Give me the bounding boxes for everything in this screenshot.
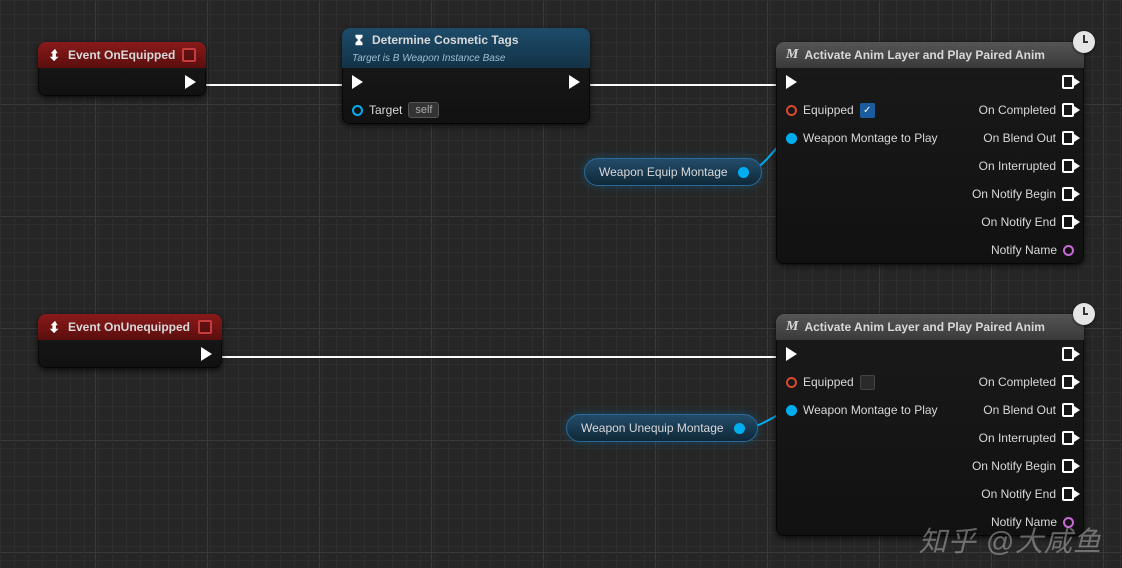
latent-icon — [1073, 303, 1095, 325]
on-blend-out-pin[interactable] — [1062, 403, 1074, 417]
out-label: On Blend Out — [983, 403, 1056, 417]
node-header: M Activate Anim Layer and Play Paired An… — [776, 42, 1084, 68]
out-label: On Notify Begin — [972, 187, 1056, 201]
equipped-pin[interactable] — [786, 377, 797, 388]
node-subtitle: Target is B Weapon Instance Base — [352, 53, 505, 64]
node-title: Event OnEquipped — [68, 48, 175, 62]
self-default: self — [408, 102, 439, 118]
exec-out-pin[interactable] — [185, 75, 196, 89]
macro-icon: M — [786, 319, 798, 335]
blueprint-graph[interactable]: Event OnEquipped Determine Cosmetic Tags… — [0, 0, 1122, 568]
on-interrupted-pin[interactable] — [1062, 159, 1074, 173]
watermark-text: 知乎 @大咸鱼 — [919, 520, 1102, 560]
out-label: Notify Name — [991, 243, 1057, 257]
event-on-unequipped-node[interactable]: Event OnUnequipped — [38, 314, 222, 368]
node-title: Determine Cosmetic Tags — [372, 33, 519, 47]
node-title: Activate Anim Layer and Play Paired Anim — [804, 320, 1045, 334]
var-label: Weapon Unequip Montage — [581, 421, 724, 435]
pin-label: Equipped — [803, 375, 854, 389]
out-label: On Notify End — [981, 487, 1056, 501]
out-label: On Notify Begin — [972, 459, 1056, 473]
exec-out-pin[interactable] — [1062, 75, 1074, 89]
macro-icon: M — [786, 47, 798, 63]
determine-cosmetic-tags-node[interactable]: Determine Cosmetic Tags Target is B Weap… — [342, 28, 590, 124]
equipped-checkbox-unchecked[interactable] — [860, 375, 875, 390]
on-interrupted-pin[interactable] — [1062, 431, 1074, 445]
var-out-pin[interactable] — [734, 423, 745, 434]
exec-out-pin[interactable] — [201, 347, 212, 361]
pin-label: Equipped — [803, 103, 854, 117]
out-label: On Blend Out — [983, 131, 1056, 145]
out-label: On Interrupted — [979, 431, 1056, 445]
out-label: On Notify End — [981, 215, 1056, 229]
on-notify-begin-pin[interactable] — [1062, 187, 1074, 201]
exec-in-pin[interactable] — [352, 75, 363, 89]
pin-label: Weapon Montage to Play — [803, 131, 938, 145]
equipped-checkbox-checked[interactable]: ✓ — [860, 103, 875, 118]
node-title: Event OnUnequipped — [68, 320, 190, 334]
weapon-equip-montage-var[interactable]: Weapon Equip Montage — [584, 158, 762, 186]
exec-in-pin[interactable] — [786, 75, 797, 89]
out-label: On Interrupted — [979, 159, 1056, 173]
montage-pin[interactable] — [786, 133, 797, 144]
out-label: On Completed — [979, 103, 1056, 117]
exec-in-pin[interactable] — [786, 347, 797, 361]
exec-out-pin[interactable] — [569, 75, 580, 89]
on-completed-pin[interactable] — [1062, 375, 1074, 389]
montage-pin[interactable] — [786, 405, 797, 416]
on-notify-begin-pin[interactable] — [1062, 459, 1074, 473]
event-icon — [48, 320, 62, 334]
var-out-pin[interactable] — [738, 167, 749, 178]
function-icon — [352, 33, 366, 47]
pin-label: Target — [369, 103, 402, 117]
out-label: On Completed — [979, 375, 1056, 389]
event-icon — [48, 48, 62, 62]
delegate-icon — [198, 320, 212, 334]
latent-icon — [1073, 31, 1095, 53]
delegate-icon — [182, 48, 196, 62]
node-title: Activate Anim Layer and Play Paired Anim — [804, 48, 1045, 62]
on-blend-out-pin[interactable] — [1062, 131, 1074, 145]
on-notify-end-pin[interactable] — [1062, 215, 1074, 229]
equipped-pin[interactable] — [786, 105, 797, 116]
activate-anim-node-unequip[interactable]: M Activate Anim Layer and Play Paired An… — [776, 314, 1084, 536]
weapon-unequip-montage-var[interactable]: Weapon Unequip Montage — [566, 414, 758, 442]
activate-anim-node-equip[interactable]: M Activate Anim Layer and Play Paired An… — [776, 42, 1084, 264]
on-completed-pin[interactable] — [1062, 103, 1074, 117]
exec-out-pin[interactable] — [1062, 347, 1074, 361]
node-header: Event OnUnequipped — [38, 314, 222, 340]
notify-name-pin[interactable] — [1063, 245, 1074, 256]
node-header: Event OnEquipped — [38, 42, 206, 68]
node-header: Determine Cosmetic Tags Target is B Weap… — [342, 28, 590, 68]
pin-label: Weapon Montage to Play — [803, 403, 938, 417]
target-pin[interactable] — [352, 105, 363, 116]
var-label: Weapon Equip Montage — [599, 165, 728, 179]
on-notify-end-pin[interactable] — [1062, 487, 1074, 501]
node-header: M Activate Anim Layer and Play Paired An… — [776, 314, 1084, 340]
event-on-equipped-node[interactable]: Event OnEquipped — [38, 42, 206, 96]
